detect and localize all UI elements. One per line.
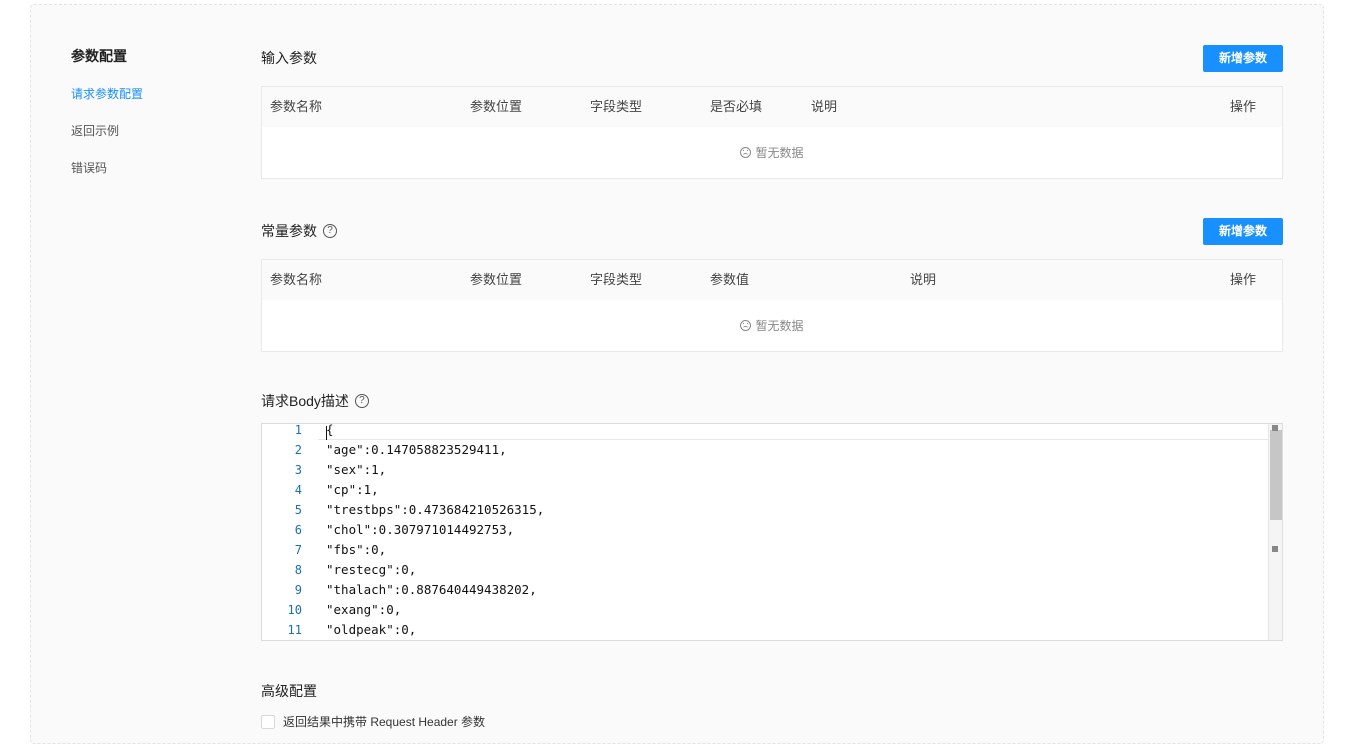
column-header: 字段类型 bbox=[590, 99, 643, 114]
line-number: 6 bbox=[294, 523, 302, 537]
code-line: "oldpeak":0, bbox=[326, 622, 417, 637]
const-params-table: 参数名称 参数位置 字段类型 参数值 说明 操作 暂无数据 bbox=[261, 259, 1283, 352]
request-header-checkbox-label: 返回结果中携带 Request Header 参数 bbox=[283, 715, 486, 729]
table-header: 参数名称 参数位置 字段类型 是否必填 说明 操作 bbox=[262, 87, 1282, 127]
line-number: 4 bbox=[294, 483, 302, 497]
empty-state: 暂无数据 bbox=[262, 300, 1282, 351]
request-header-option[interactable]: 返回结果中携带 Request Header 参数 bbox=[261, 713, 485, 730]
question-circle-icon[interactable]: ? bbox=[354, 394, 369, 408]
request-header-checkbox[interactable] bbox=[261, 714, 275, 729]
line-number: 5 bbox=[294, 503, 302, 517]
input-params-table: 参数名称 参数位置 字段类型 是否必填 说明 操作 暂无数据 bbox=[261, 86, 1283, 179]
column-header: 字段类型 bbox=[590, 272, 643, 287]
column-header: 参数名称 bbox=[270, 272, 323, 287]
line-number: 10 bbox=[287, 603, 302, 617]
code-line: "age":0.147058823529411, bbox=[326, 442, 507, 457]
empty-state: 暂无数据 bbox=[262, 127, 1282, 178]
column-header: 说明 bbox=[910, 272, 937, 287]
left-nav: 参数配置 请求参数配置 返回示例 错误码 bbox=[71, 46, 221, 177]
line-number-gutter: 1 2 3 4 5 6 7 8 9 10 11 bbox=[262, 424, 318, 640]
advanced-title-text: 高级配置 bbox=[261, 683, 317, 699]
frown-icon bbox=[740, 147, 752, 158]
code-line: "thalach":0.887640449438202, bbox=[326, 582, 537, 597]
empty-text: 暂无数据 bbox=[755, 146, 804, 160]
question-circle-icon[interactable]: ? bbox=[323, 224, 337, 238]
scroll-marker bbox=[1272, 546, 1278, 552]
column-header: 参数值 bbox=[710, 272, 750, 287]
code-line: "chol":0.307971014492753, bbox=[326, 522, 515, 537]
code-editor[interactable]: 1 2 3 4 5 6 7 8 9 10 11 { "age":0.147058823529411, "… bbox=[261, 423, 1283, 641]
line-number: 3 bbox=[294, 463, 302, 477]
scroll-marker bbox=[1272, 425, 1278, 431]
scrollbar-thumb[interactable] bbox=[1270, 430, 1282, 520]
code-line: "fbs":0, bbox=[326, 542, 387, 557]
nav-title: 参数配置 bbox=[71, 48, 127, 64]
code-line: "sex":1, bbox=[326, 462, 387, 477]
code-line: { bbox=[326, 423, 334, 437]
code-line: "restecg":0, bbox=[326, 562, 417, 577]
column-header: 参数位置 bbox=[470, 99, 523, 114]
column-header: 是否必填 bbox=[710, 99, 763, 114]
column-header: 操作 bbox=[1230, 272, 1257, 287]
code-line: "trestbps":0.473684210526315, bbox=[326, 502, 545, 517]
line-number: 11 bbox=[287, 623, 302, 637]
body-desc-title-text: 请求Body描述 bbox=[261, 393, 349, 409]
line-number: 9 bbox=[294, 583, 302, 597]
active-line-highlight bbox=[318, 424, 1268, 440]
column-header: 说明 bbox=[811, 99, 838, 114]
advanced-title: 高级配置 bbox=[261, 681, 317, 701]
const-params-title: 常量参数 ? bbox=[261, 221, 337, 241]
line-number: 8 bbox=[294, 563, 302, 577]
editor-scrollbar[interactable] bbox=[1268, 424, 1282, 640]
const-params-title-text: 常量参数 bbox=[261, 223, 317, 239]
code-line: "cp":1, bbox=[326, 482, 379, 497]
nav-item-request-params[interactable]: 请求参数配置 bbox=[71, 85, 221, 103]
nav-item-response-example[interactable]: 返回示例 bbox=[71, 122, 221, 140]
code-line: "exang":0, bbox=[326, 602, 402, 617]
nav-item-error-codes[interactable]: 错误码 bbox=[71, 159, 221, 177]
add-const-param-button[interactable]: 新增参数 bbox=[1203, 218, 1283, 245]
column-header: 参数名称 bbox=[270, 99, 323, 114]
frown-icon bbox=[740, 320, 752, 331]
column-header: 参数位置 bbox=[470, 272, 523, 287]
line-number: 1 bbox=[294, 423, 302, 437]
table-header: 参数名称 参数位置 字段类型 参数值 说明 操作 bbox=[262, 260, 1282, 300]
input-params-title: 输入参数 bbox=[261, 48, 317, 68]
add-input-param-button[interactable]: 新增参数 bbox=[1203, 45, 1283, 72]
body-desc-title: 请求Body描述 ? bbox=[261, 391, 369, 411]
column-header: 操作 bbox=[1230, 99, 1257, 114]
empty-text: 暂无数据 bbox=[755, 319, 804, 333]
line-number: 7 bbox=[294, 543, 302, 557]
line-number: 2 bbox=[294, 443, 302, 457]
input-params-title-text: 输入参数 bbox=[261, 50, 317, 66]
